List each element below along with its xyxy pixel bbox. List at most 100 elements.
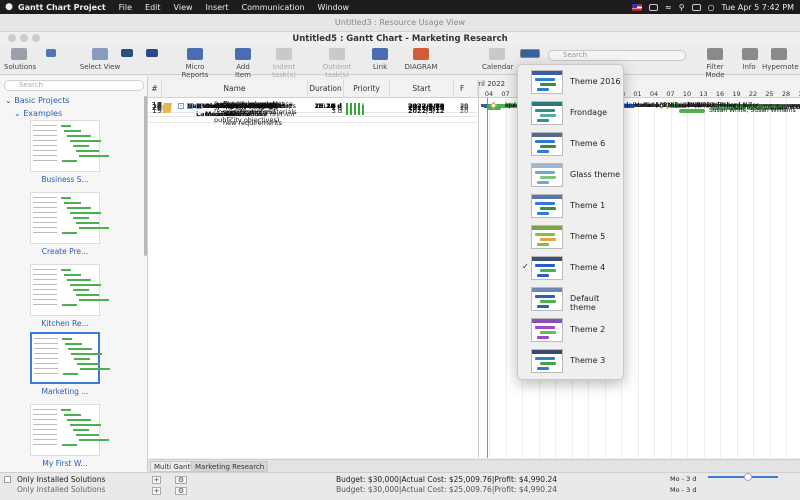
gear-icon[interactable]: ⚙: [175, 476, 187, 484]
wifi-icon[interactable]: ≈: [665, 3, 672, 12]
only-installed-checkbox[interactable]: [4, 476, 11, 483]
priority-bars[interactable]: [346, 105, 382, 112]
add-item-button[interactable]: Add Item: [228, 48, 258, 79]
view-icon-1[interactable]: [46, 49, 56, 60]
thumbnail-label-5[interactable]: My First W...: [30, 459, 100, 468]
col-start[interactable]: Start: [390, 80, 454, 98]
gear-icon-2[interactable]: ⚙: [175, 487, 187, 495]
thumb-line: [33, 217, 57, 218]
task-duration[interactable]: 2 d: [308, 104, 342, 112]
col-f[interactable]: F: [454, 80, 478, 98]
theme-menu-item-10[interactable]: Theme 3: [518, 346, 625, 377]
menu-view[interactable]: View: [174, 3, 193, 12]
col-priority[interactable]: Priority: [344, 80, 390, 98]
search-icon[interactable]: ⚲: [679, 3, 685, 12]
col-duration[interactable]: Duration: [308, 80, 344, 98]
toolbar-search-input[interactable]: Search: [548, 50, 686, 61]
zoom-slider-knob[interactable]: [744, 473, 752, 481]
tab-marketing-research[interactable]: Marketing Research: [191, 461, 269, 472]
calendar-button[interactable]: Calendar: [482, 48, 513, 71]
theme-menu-item-4[interactable]: Glass theme: [518, 160, 625, 191]
theme-menu-item-9[interactable]: Theme 2: [518, 315, 625, 346]
control-center-icon[interactable]: [691, 3, 701, 11]
solutions-button[interactable]: Solutions: [4, 48, 36, 71]
theme-menu-item-1[interactable]: Theme 2016: [518, 67, 625, 98]
menu-communication[interactable]: Communication: [241, 3, 304, 12]
menu-clock[interactable]: Tue Apr 5 7:42 PM: [722, 3, 794, 12]
diagram-button[interactable]: DIAGRAM: [404, 48, 438, 71]
theme-menu-item-6[interactable]: Theme 5: [518, 222, 625, 253]
theme-preview-header: [532, 350, 562, 354]
theme-menu-item-3[interactable]: Theme 6: [518, 129, 625, 160]
micro-reports-button[interactable]: Micro Reports: [172, 48, 218, 79]
thumb-bar: [73, 289, 89, 291]
theme-menu-item-2[interactable]: Frondage: [518, 98, 625, 129]
thumbnail-5[interactable]: [30, 404, 109, 456]
tree-basic-projects[interactable]: ⌄ Basic Projects: [5, 96, 70, 105]
menu-window[interactable]: Window: [318, 3, 350, 12]
task-start[interactable]: 2022/5/26: [408, 104, 444, 112]
thumb-bar: [71, 353, 102, 355]
filter-mode-button[interactable]: Filter Mode: [698, 48, 732, 79]
task-finish[interactable]: 20: [460, 104, 468, 112]
thumbnail-label-1[interactable]: Business S...: [30, 175, 100, 184]
status-bar: Only Installed Solutions Only Installed …: [0, 472, 800, 500]
battery-icon[interactable]: [648, 3, 658, 11]
tree-basic-projects-label: Basic Projects: [14, 96, 70, 105]
theme-preview-bar: [535, 264, 555, 267]
menu-edit[interactable]: Edit: [145, 3, 161, 12]
zoom-slider[interactable]: [708, 476, 778, 478]
thumb-line: [33, 207, 57, 208]
col-num[interactable]: #: [148, 80, 162, 98]
outdent-task-button[interactable]: Outdent task(s): [312, 48, 362, 79]
view-icon-4[interactable]: [146, 49, 158, 60]
zoom-label-2: Mo - 3 d: [670, 486, 697, 494]
thumbnail-3[interactable]: [30, 264, 109, 316]
theme-preview-header: [532, 133, 562, 137]
timeline-day: 16: [715, 90, 725, 98]
theme-preview-bar: [535, 295, 555, 298]
add-row-button[interactable]: +: [152, 476, 161, 484]
apple-icon[interactable]: ●: [0, 2, 18, 12]
sidebar-search-input[interactable]: Search: [4, 80, 144, 91]
theme-menu-item-7[interactable]: ✓ Theme 4: [518, 253, 625, 284]
siri-icon[interactable]: ○: [708, 3, 715, 12]
timeline-gridline: [654, 98, 655, 458]
thumbnail-label-3[interactable]: Kitchen Re...: [30, 319, 100, 328]
theme-preview-bar: [537, 119, 549, 122]
hypernote-button[interactable]: Hypernote: [762, 48, 799, 71]
view-icon-3[interactable]: [121, 49, 133, 60]
menu-insert[interactable]: Insert: [206, 3, 229, 12]
menu-file[interactable]: File: [119, 3, 132, 12]
info-label: Info: [742, 63, 756, 71]
info-button[interactable]: Info: [742, 48, 758, 71]
timeline-gridline: [769, 98, 771, 458]
theme-menu-label-4: Glass theme: [570, 170, 621, 179]
add-row-button-2[interactable]: +: [152, 487, 161, 495]
task-name[interactable]: Determine sales presentations: [223, 100, 298, 116]
col-name[interactable]: Name: [162, 80, 308, 98]
thumb-bar: [61, 197, 71, 199]
tab-multi-gantt[interactable]: Multi Gantt: [150, 461, 197, 472]
flag-icon[interactable]: [631, 3, 642, 11]
link-button[interactable]: Link: [370, 48, 390, 71]
thumbnail-4[interactable]: [30, 332, 110, 384]
gantt-bar[interactable]: [679, 109, 705, 113]
thumbnail-label-2[interactable]: Create Pre...: [30, 247, 100, 256]
indent-task-button[interactable]: Indent task(s): [262, 48, 306, 79]
thumbnail-2[interactable]: [30, 192, 109, 244]
theme-button[interactable]: [518, 49, 542, 61]
thumb-bar: [70, 284, 101, 286]
pencil-icon[interactable]: [162, 105, 172, 110]
menu-app-name[interactable]: Gantt Chart Project: [18, 3, 106, 12]
indent-task-label: Indent task(s): [272, 63, 296, 79]
thumb-line: [33, 197, 57, 198]
table-row[interactable]: 22 Determine sales presentations 2 d 2022/5…: [148, 99, 478, 117]
theme-menu-item-5[interactable]: Theme 1: [518, 191, 625, 222]
tree-examples[interactable]: ⌄ Examples: [14, 109, 62, 118]
thumbnail-1[interactable]: [30, 120, 109, 172]
sidebar-scrollbar[interactable]: [144, 96, 147, 256]
thumb-bar: [79, 299, 109, 301]
theme-menu-item-8[interactable]: Default theme: [518, 284, 625, 315]
thumbnail-label-4[interactable]: Marketing ...: [30, 387, 100, 396]
